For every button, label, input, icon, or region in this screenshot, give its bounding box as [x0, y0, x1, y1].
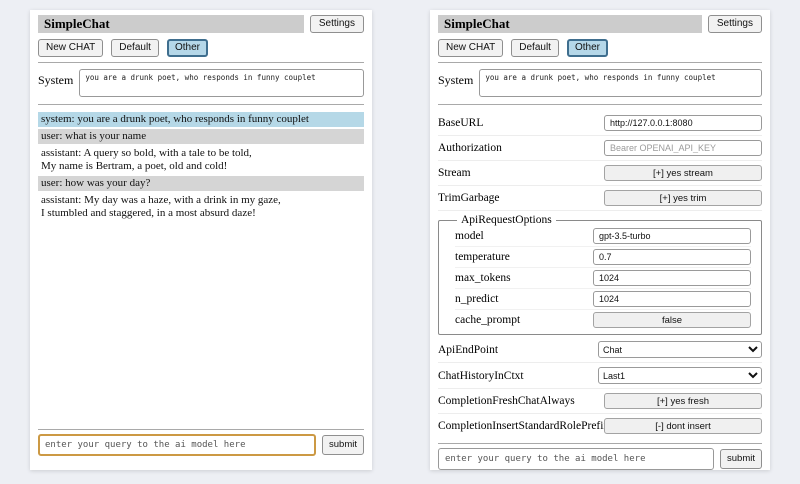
cache-prompt-toggle-button[interactable]: false [593, 312, 751, 328]
app-title: SimpleChat [38, 15, 304, 33]
submit-button[interactable]: submit [720, 449, 762, 469]
cache-prompt-label: cache_prompt [455, 314, 593, 326]
setting-row-stream: Stream [+] yes stream [438, 161, 762, 186]
query-row: submit [438, 448, 762, 470]
stream-label: Stream [438, 167, 604, 179]
divider [438, 62, 762, 63]
n-predict-input[interactable] [593, 291, 751, 307]
setting-row-n-predict: n_predict [455, 289, 751, 310]
settings-list: BaseURL Authorization Stream [+] yes str… [438, 111, 762, 438]
settings-button[interactable]: Settings [708, 15, 762, 33]
system-prompt-textarea[interactable]: you are a drunk poet, who responds in fu… [79, 69, 364, 97]
divider [438, 104, 762, 105]
new-chat-button[interactable]: New CHAT [438, 39, 503, 57]
query-input[interactable] [38, 434, 316, 456]
baseurl-label: BaseURL [438, 117, 604, 129]
chat-message-assistant: assistant: My day was a haze, with a dri… [38, 193, 364, 221]
session-toolbar: New CHAT Default Other [38, 39, 364, 57]
completion-fresh-chat-toggle-button[interactable]: [+] yes fresh [604, 393, 762, 409]
app-titlebar: SimpleChat Settings [38, 15, 364, 33]
submit-button[interactable]: submit [322, 435, 364, 455]
authorization-label: Authorization [438, 142, 604, 154]
setting-row-temperature: temperature [455, 247, 751, 268]
divider [438, 443, 762, 444]
chat-message-system: system: you are a drunk poet, who respon… [38, 112, 364, 127]
query-input[interactable] [438, 448, 714, 470]
api-request-options-legend: ApiRequestOptions [457, 214, 556, 226]
chat-bottom-bar: submit [38, 424, 364, 470]
session-button-default[interactable]: Default [111, 39, 159, 57]
chat-panel: SimpleChat Settings New CHAT Default Oth… [30, 10, 372, 470]
setting-row-model: model [455, 226, 751, 247]
chat-history-in-ctxt-label: ChatHistoryInCtxt [438, 370, 598, 382]
model-input[interactable] [593, 228, 751, 244]
api-endpoint-label: ApiEndPoint [438, 344, 598, 356]
n-predict-label: n_predict [455, 293, 593, 305]
completion-fresh-chat-always-label: CompletionFreshChatAlways [438, 395, 604, 407]
temperature-label: temperature [455, 251, 593, 263]
baseurl-input[interactable] [604, 115, 762, 131]
stream-toggle-button[interactable]: [+] yes stream [604, 165, 762, 181]
settings-button[interactable]: Settings [310, 15, 364, 33]
model-label: model [455, 230, 593, 242]
app-titlebar: SimpleChat Settings [438, 15, 762, 33]
setting-row-completion-insert-standard-role-prefix: CompletionInsertStandardRolePrefix [-] d… [438, 414, 762, 438]
setting-row-chat-history-in-ctxt: ChatHistoryInCtxt Last1 [438, 363, 762, 389]
setting-row-trimgarbage: TrimGarbage [+] yes trim [438, 186, 762, 211]
setting-row-authorization: Authorization [438, 136, 762, 161]
new-chat-button[interactable]: New CHAT [38, 39, 103, 57]
trimgarbage-toggle-button[interactable]: [+] yes trim [604, 190, 762, 206]
setting-row-max-tokens: max_tokens [455, 268, 751, 289]
session-button-other[interactable]: Other [167, 39, 208, 57]
trimgarbage-label: TrimGarbage [438, 192, 604, 204]
session-button-default[interactable]: Default [511, 39, 559, 57]
setting-row-api-endpoint: ApiEndPoint Chat [438, 337, 762, 363]
system-prompt-row: System you are a drunk poet, who respond… [38, 69, 364, 97]
app-title: SimpleChat [438, 15, 702, 33]
chat-message-user: user: what is your name [38, 129, 364, 144]
setting-row-cache-prompt: cache_prompt false [455, 310, 751, 330]
setting-row-completion-fresh-chat-always: CompletionFreshChatAlways [+] yes fresh [438, 389, 762, 414]
chat-message-user: user: how was your day? [38, 176, 364, 191]
api-endpoint-select[interactable]: Chat [598, 341, 762, 358]
chat-history-in-ctxt-select[interactable]: Last1 [598, 367, 762, 384]
setting-row-baseurl: BaseURL [438, 111, 762, 136]
query-row: submit [38, 434, 364, 456]
authorization-input[interactable] [604, 140, 762, 156]
completion-insert-role-prefix-toggle-button[interactable]: [-] dont insert [604, 418, 762, 434]
divider [38, 429, 364, 430]
settings-panel: SimpleChat Settings New CHAT Default Oth… [430, 10, 770, 470]
session-toolbar: New CHAT Default Other [438, 39, 762, 57]
api-request-options-group: ApiRequestOptions model temperature max_… [438, 214, 762, 335]
system-prompt-textarea[interactable]: you are a drunk poet, who responds in fu… [479, 69, 762, 97]
completion-insert-standard-role-prefix-label: CompletionInsertStandardRolePrefix [438, 420, 604, 432]
system-prompt-row: System you are a drunk poet, who respond… [438, 69, 762, 97]
chat-message-assistant: assistant: A query so bold, with a tale … [38, 146, 364, 174]
divider [38, 104, 364, 105]
temperature-input[interactable] [593, 249, 751, 265]
system-prompt-label: System [38, 69, 73, 97]
max-tokens-label: max_tokens [455, 272, 593, 284]
system-prompt-label: System [438, 69, 473, 97]
max-tokens-input[interactable] [593, 270, 751, 286]
divider [38, 62, 364, 63]
session-button-other[interactable]: Other [567, 39, 608, 57]
chat-messages: system: you are a drunk poet, who respon… [38, 112, 364, 223]
chat-bottom-bar: submit [438, 438, 762, 484]
